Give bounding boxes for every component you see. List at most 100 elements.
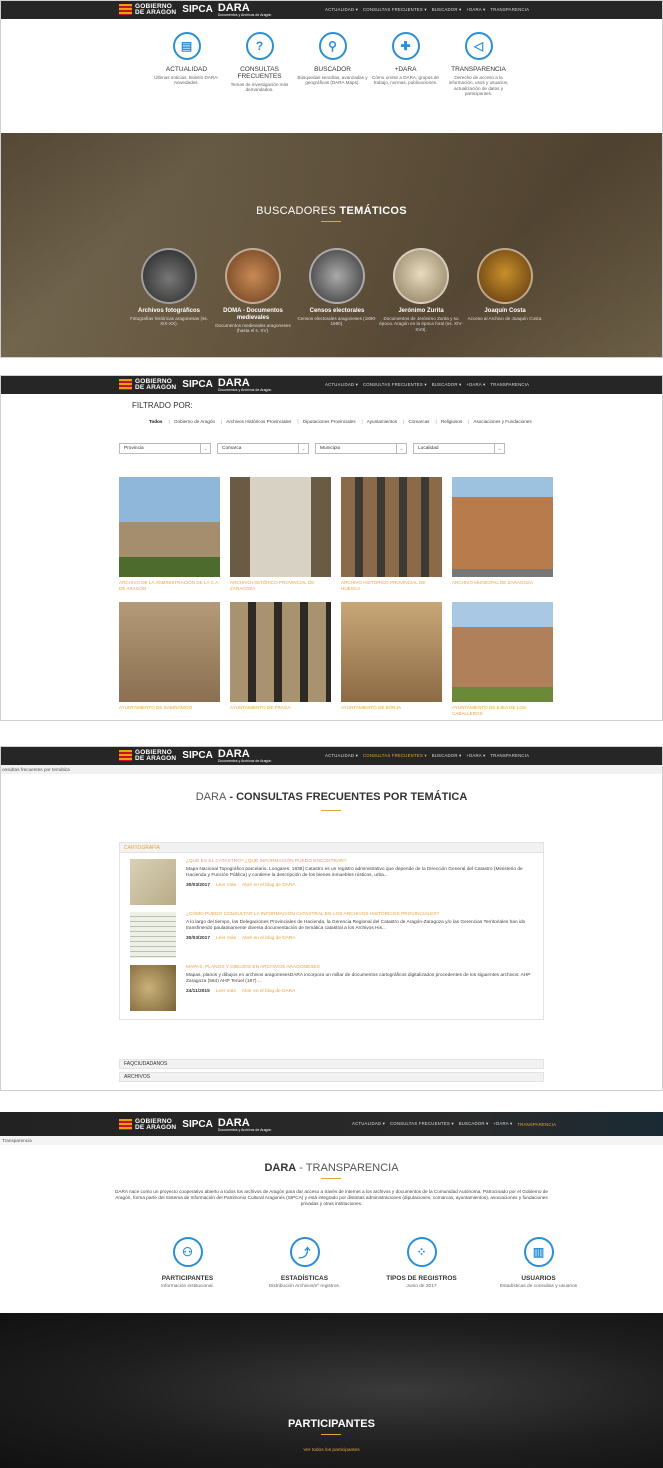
comarca-select[interactable]: Comarca ⌄ bbox=[217, 443, 309, 454]
read-more-link[interactable]: Leer más bbox=[216, 936, 236, 941]
sipca-logo[interactable]: SIPCA bbox=[182, 4, 213, 15]
archive-card[interactable]: AYUNTAMIENTO DE EJEA DE LOS CABALLEROS bbox=[452, 602, 553, 721]
archive-card[interactable]: AYUNTAMIENTO DE BORJA bbox=[341, 602, 442, 721]
menu-consultas[interactable]: CONSULTAS FRECUENTES ▾ bbox=[363, 382, 427, 388]
menu-actualidad[interactable]: ACTUALIDAD ▾ bbox=[325, 382, 358, 388]
brand-logo[interactable]: GOBIERNO DE ARAGON SIPCA DARA Documentos y… bbox=[119, 376, 271, 393]
tematico-title: Archivos fotográficos bbox=[137, 308, 200, 314]
menu-actualidad[interactable]: ACTUALIDAD ▾ bbox=[325, 753, 358, 759]
brand-logo[interactable]: GOBIERNO DE ARAGON SIPCA DARA Documentos y… bbox=[119, 1116, 271, 1133]
accordion-header-faqciudadanos[interactable]: FAQCIUDADANOS bbox=[119, 1059, 544, 1069]
document-thumbnail[interactable] bbox=[130, 912, 176, 958]
menu-transparencia[interactable]: TRANSPARENCIA bbox=[490, 753, 529, 758]
dara-subtitle: Documentos y Archivos de Aragón bbox=[217, 1127, 272, 1132]
dara-logo[interactable]: DARA Documentos y Archivos de Aragón bbox=[217, 1117, 272, 1132]
filter-ahp[interactable]: Archivos Históricos Provinciales bbox=[226, 419, 291, 424]
localidad-select[interactable]: Localidad ⌄ bbox=[413, 443, 505, 454]
dara-logo[interactable]: DARA Documentos y Archivos de Aragón bbox=[218, 2, 272, 17]
menu-dara[interactable]: +DARA ▾ bbox=[466, 753, 485, 759]
archive-name[interactable]: ARCHIVO HISTÓRICO PROVINCIAL DE ZARAGOZA bbox=[230, 580, 331, 597]
transparency-tipos[interactable]: ⁘ TIPOS DE REGISTROS Junio de 2017 bbox=[363, 1237, 480, 1289]
ver-participantes-link[interactable]: Ver todos los participantes bbox=[0, 1448, 663, 1453]
tematico-zurita[interactable]: Jerónimo Zurita Documentos de Jerónimo Z… bbox=[379, 248, 463, 334]
main-menu: ACTUALIDAD ▾ CONSULTAS FRECUENTES ▾ BUSC… bbox=[325, 0, 529, 19]
archive-card[interactable]: ARCHIVO DE LA ADMINISTRACIÓN DE LA C.A. … bbox=[119, 477, 220, 597]
archive-card[interactable]: AYUNTAMIENTO DE SABIÑÁNIGO bbox=[119, 602, 220, 721]
menu-consultas[interactable]: CONSULTAS FRECUENTES ▾ bbox=[390, 1121, 454, 1127]
archive-name[interactable]: AYUNTAMIENTO DE SABIÑÁNIGO bbox=[119, 705, 220, 721]
menu-actualidad[interactable]: ACTUALIDAD ▾ bbox=[352, 1121, 385, 1127]
filter-comarcas[interactable]: Comarcas bbox=[409, 419, 430, 424]
menu-buscador[interactable]: BUSCADOR ▾ bbox=[459, 1121, 489, 1127]
archive-card[interactable]: AYUNTAMIENTO DE FRAGA bbox=[230, 602, 331, 721]
entry-date: 24/11/2015 bbox=[186, 989, 210, 994]
filter-gobierno[interactable]: Gobierno de Aragón bbox=[174, 419, 215, 424]
filter-diputaciones[interactable]: Diputaciones Provinciales bbox=[303, 419, 356, 424]
menu-dara[interactable]: +DARA ▾ bbox=[466, 7, 485, 13]
faq-entry-title[interactable]: MAPAS, PLANOS Y DIBUJOS EN ARCHIVOS ARAG… bbox=[186, 965, 533, 971]
map-thumbnail[interactable] bbox=[130, 965, 176, 1011]
menu-transparencia[interactable]: TRANSPARENCIA bbox=[490, 382, 529, 387]
sipca-logo[interactable]: SIPCA bbox=[182, 379, 213, 390]
map-thumbnail[interactable] bbox=[130, 859, 176, 905]
archive-name[interactable]: ARCHIVO DE LA ADMINISTRACIÓN DE LA C.A. … bbox=[119, 580, 220, 597]
menu-buscador[interactable]: BUSCADOR ▾ bbox=[432, 7, 462, 13]
transparency-usuarios[interactable]: ▥ USUARIOS Estadísticas de consultas y u… bbox=[480, 1237, 597, 1289]
dara-logo[interactable]: DARA Documentos y Archivos de Aragón bbox=[218, 748, 272, 763]
read-more-link[interactable]: Leer más bbox=[216, 989, 236, 994]
faq-entry-title[interactable]: ¿QUÉ ES EL CATASTRO? ¿QUÉ INFORMACIÓN PU… bbox=[186, 859, 533, 865]
icon-desc: Distribución Archivos/nº registros. bbox=[268, 1284, 341, 1289]
tematico-doma[interactable]: DOMA - Documentos medievales Documentos … bbox=[211, 248, 295, 334]
home-icon-transparencia[interactable]: ◁ TRANSPARENCIA Derecho de acceso a la i… bbox=[442, 32, 515, 97]
accordion-header-archivos[interactable]: ARCHIVOS bbox=[119, 1072, 544, 1082]
blog-link[interactable]: Abrir en el blog de DARA bbox=[242, 989, 296, 994]
menu-actualidad[interactable]: ACTUALIDAD ▾ bbox=[325, 7, 358, 13]
home-icon-consultas[interactable]: ? CONSULTAS FRECUENTES Temas de investig… bbox=[223, 32, 296, 97]
sipca-logo[interactable]: SIPCA bbox=[182, 750, 213, 761]
archive-name[interactable]: ARCHIVO HISTÓRICO PROVINCIAL DE HUESCA bbox=[341, 580, 442, 597]
transparency-estadisticas[interactable]: ⤴ ESTADÍSTICAS Distribución Archivos/nº … bbox=[246, 1237, 363, 1289]
filter-religiosos[interactable]: Religiosos bbox=[441, 419, 462, 424]
menu-dara[interactable]: +DARA ▾ bbox=[493, 1121, 512, 1127]
menu-buscador[interactable]: BUSCADOR ▾ bbox=[432, 753, 462, 759]
tematico-censos[interactable]: Censos electorales Censos electorales ar… bbox=[295, 248, 379, 334]
filter-todos[interactable]: Todos bbox=[149, 419, 162, 424]
filter-asociaciones[interactable]: Asociaciones y Fundaciones bbox=[473, 419, 531, 424]
brand-logo[interactable]: GOBIERNO DE ARAGON SIPCA DARA Documentos y… bbox=[119, 1, 271, 18]
filter-ayuntamientos[interactable]: Ayuntamientos bbox=[367, 419, 397, 424]
blog-link[interactable]: Abrir en el blog de DARA bbox=[242, 936, 296, 941]
faq-entry-title[interactable]: ¿CÓMO PUEDO CONSULTAR LA INFORMACIÓN CAT… bbox=[186, 912, 533, 918]
municipio-select[interactable]: Municipio ⌄ bbox=[315, 443, 407, 454]
read-more-link[interactable]: Leer más bbox=[216, 883, 236, 888]
home-icon-buscador[interactable]: ⚲ BUSCADOR Búsquedas sencillas, avanzada… bbox=[296, 32, 369, 97]
tematico-desc: Documentos de Jerónimo Zurita y su época… bbox=[379, 316, 463, 332]
menu-buscador[interactable]: BUSCADOR ▾ bbox=[432, 382, 462, 388]
brand-logo[interactable]: GOBIERNO DE ARAGON SIPCA DARA Documentos y… bbox=[119, 747, 271, 764]
archive-name[interactable]: AYUNTAMIENTO DE EJEA DE LOS CABALLEROS bbox=[452, 705, 553, 721]
tematico-costa[interactable]: Joaquín Costa Acceso al Archivo de Joaqu… bbox=[463, 248, 547, 334]
gov-line2: DE ARAGON bbox=[135, 754, 177, 762]
archive-card[interactable]: ARCHIVO HISTÓRICO PROVINCIAL DE HUESCA bbox=[341, 477, 442, 597]
menu-dara[interactable]: +DARA ▾ bbox=[466, 382, 485, 388]
archive-name[interactable]: AYUNTAMIENTO DE FRAGA bbox=[230, 705, 331, 721]
menu-transparencia[interactable]: TRANSPARENCIA bbox=[490, 7, 529, 12]
bar-chart-icon: ▥ bbox=[523, 1237, 554, 1267]
archive-card[interactable]: ARCHIVO HISTÓRICO PROVINCIAL DE ZARAGOZA bbox=[230, 477, 331, 597]
menu-consultas[interactable]: CONSULTAS FRECUENTES ▾ bbox=[363, 7, 427, 13]
archive-name[interactable]: AYUNTAMIENTO DE BORJA bbox=[341, 705, 442, 721]
transparency-participantes[interactable]: ⚇ PARTICIPANTES Información instituciona… bbox=[129, 1237, 246, 1289]
sipca-logo[interactable]: SIPCA bbox=[182, 1119, 213, 1130]
archive-name[interactable]: ARCHIVO MUNICIPAL DE ZARAGOZA bbox=[452, 580, 553, 597]
archive-card[interactable]: ARCHIVO MUNICIPAL DE ZARAGOZA bbox=[452, 477, 553, 597]
dara-logo[interactable]: DARA Documentos y Archivos de Aragón bbox=[218, 377, 272, 392]
provincia-select[interactable]: Provincia ⌄ bbox=[119, 443, 211, 454]
faq-screen: GOBIERNO DE ARAGON SIPCA DARA Documentos y… bbox=[0, 746, 663, 1091]
top-navbar: GOBIERNO DE ARAGON SIPCA DARA Documentos y… bbox=[0, 746, 663, 765]
home-icon-masdara[interactable]: ✚ +DARA Cómo unirse a DARA, grupos de tr… bbox=[369, 32, 442, 97]
home-icon-actualidad[interactable]: ▤ ACTUALIDAD Últimas noticias. Boletín D… bbox=[150, 32, 223, 97]
blog-link[interactable]: Abrir en el blog de DARA bbox=[242, 883, 296, 888]
tematico-fotograficos[interactable]: Archivos fotográficos Fotografías histór… bbox=[127, 248, 211, 334]
menu-consultas[interactable]: CONSULTAS FRECUENTES ▾ bbox=[363, 753, 427, 759]
accordion-header-cartografia[interactable]: CARTOGRAFÍA bbox=[120, 843, 543, 853]
menu-transparencia[interactable]: TRANSPARENCIA bbox=[517, 1122, 556, 1127]
